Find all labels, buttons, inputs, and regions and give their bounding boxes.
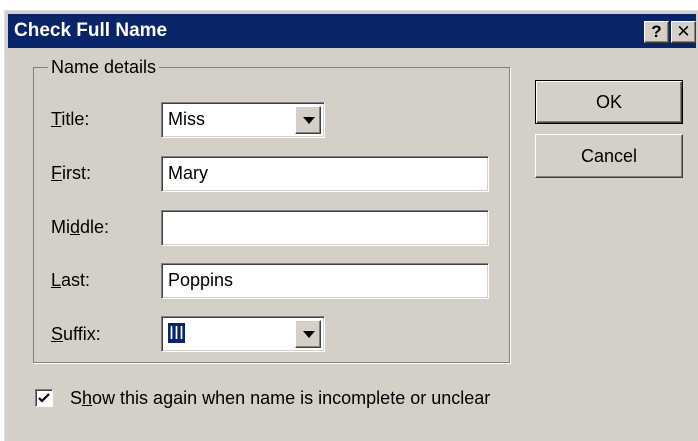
- first-label: First:: [51, 163, 91, 183]
- help-icon: ?: [651, 22, 662, 41]
- group-label: Name details: [48, 56, 160, 78]
- first-name-field[interactable]: Mary: [161, 156, 489, 192]
- title-bar[interactable]: Check Full Name ? ✕: [8, 14, 696, 48]
- first-name-value: Mary: [168, 163, 208, 183]
- suffix-value: III: [168, 323, 186, 343]
- middle-label: Middle:: [51, 217, 110, 237]
- last-label: Last:: [51, 270, 91, 290]
- ok-button[interactable]: OK: [535, 80, 683, 124]
- last-name-field[interactable]: Poppins: [161, 263, 489, 299]
- name-details-group: Name details Title: Miss First: Mary Mid…: [33, 56, 510, 363]
- ok-label: OK: [595, 92, 622, 112]
- checkmark-icon: [38, 393, 50, 403]
- close-button[interactable]: ✕: [671, 21, 696, 43]
- help-button[interactable]: ?: [644, 21, 669, 43]
- title-label: Title:: [51, 109, 90, 129]
- cancel-button[interactable]: Cancel: [535, 134, 683, 178]
- last-name-value: Poppins: [168, 270, 234, 290]
- title-value: Miss: [168, 109, 205, 129]
- title-dropdown-button[interactable]: [295, 106, 321, 134]
- chevron-down-icon: [303, 117, 315, 124]
- show-again-label[interactable]: Show this again when name is incomplete …: [70, 387, 490, 409]
- suffix-label: Suffix:: [51, 324, 101, 344]
- suffix-combobox[interactable]: III: [161, 316, 325, 352]
- middle-name-field[interactable]: [161, 210, 489, 246]
- dialog-title: Check Full Name: [14, 20, 168, 41]
- title-combobox[interactable]: Miss: [161, 102, 325, 138]
- close-icon: ✕: [676, 22, 691, 41]
- chevron-down-icon: [303, 331, 315, 338]
- cancel-label: Cancel: [580, 146, 638, 166]
- suffix-dropdown-button[interactable]: [295, 320, 321, 348]
- show-again-checkbox[interactable]: [35, 389, 53, 407]
